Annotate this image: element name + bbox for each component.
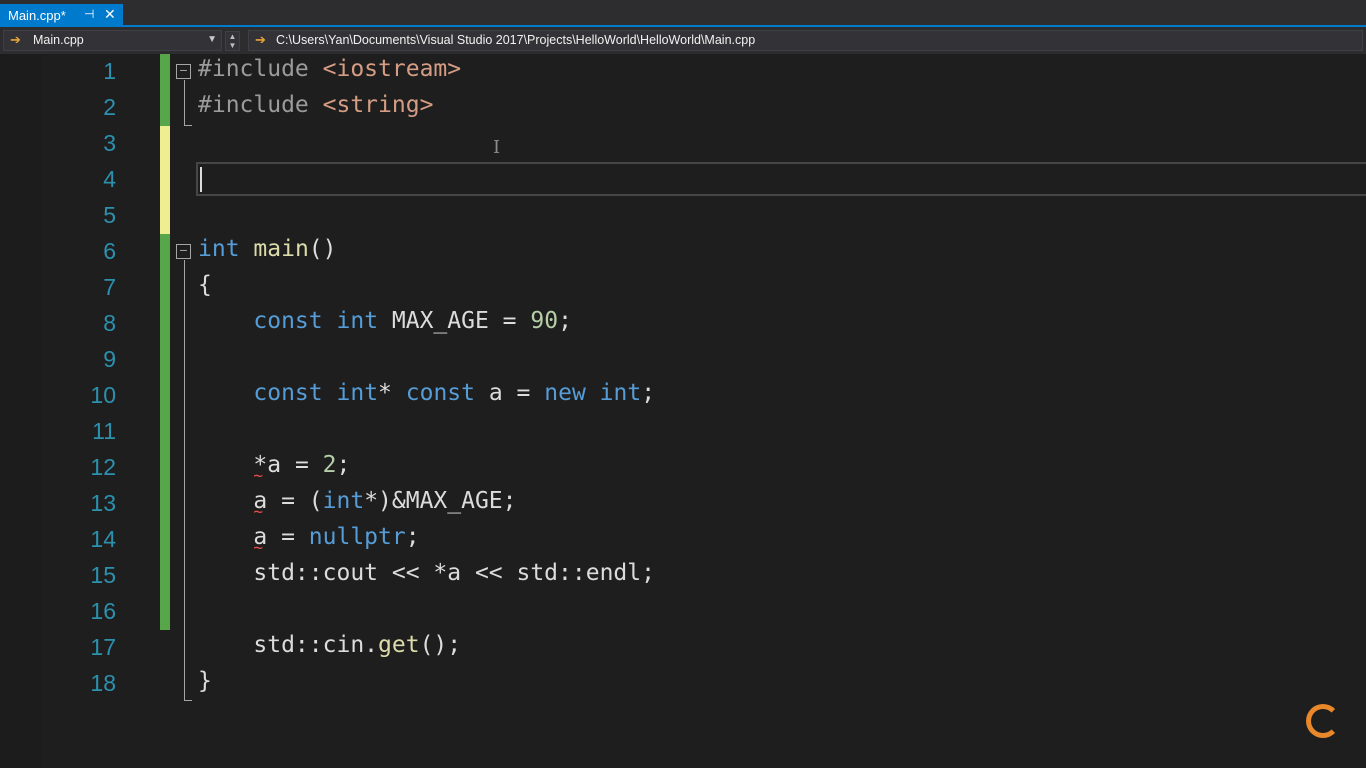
line-number: 3 <box>103 130 116 156</box>
navbar-splitter[interactable]: ▲ ▼ <box>225 31 240 51</box>
code-text: } <box>198 668 212 694</box>
code-line[interactable]: 9 <box>0 342 1366 378</box>
line-number: 16 <box>90 598 116 624</box>
code-line[interactable]: 17 std::cin.get(); <box>0 630 1366 666</box>
member-dropdown[interactable]: ➔ C:\Users\Yan\Documents\Visual Studio 2… <box>248 30 1363 51</box>
code-line[interactable]: 1 #include <iostream> <box>0 54 1366 90</box>
code-line[interactable]: 10 const int* const a = new int; <box>0 378 1366 414</box>
line-number: 8 <box>103 310 116 336</box>
line-number: 9 <box>103 346 116 372</box>
line-number: 2 <box>103 94 116 120</box>
code-line[interactable]: 4 <box>0 162 1366 198</box>
line-number: 11 <box>92 418 116 444</box>
code-line[interactable]: 5 <box>0 198 1366 234</box>
navigation-bar: ➔ Main.cpp ▼ ▲ ▼ ➔ C:\Users\Yan\Documents… <box>0 27 1366 54</box>
line-number: 6 <box>103 238 116 264</box>
code-text: #include <string> <box>198 92 434 118</box>
line-number: 12 <box>90 454 116 480</box>
line-number: 14 <box>90 526 116 552</box>
code-line[interactable]: 14 a = nullptr; <box>0 522 1366 558</box>
document-tab-strip: Main.cpp* ⊣ ✕ <box>0 0 1366 27</box>
code-line[interactable]: 13 a = (int*)&MAX_AGE; <box>0 486 1366 522</box>
code-line[interactable]: 2 #include <string> <box>0 90 1366 126</box>
line-number: 7 <box>103 274 116 300</box>
line-number: 18 <box>90 670 116 696</box>
code-line[interactable]: 11 <box>0 414 1366 450</box>
code-text: a = (int*)&MAX_AGE; <box>198 488 516 514</box>
close-icon[interactable]: ✕ <box>104 6 116 23</box>
line-number: 5 <box>103 202 116 228</box>
pin-icon[interactable]: ⊣ <box>84 7 94 21</box>
tab-main-cpp[interactable]: Main.cpp* ⊣ ✕ <box>0 4 123 27</box>
code-line[interactable]: 6 int main() <box>0 234 1366 270</box>
code-line[interactable]: 8 const int MAX_AGE = 90; <box>0 306 1366 342</box>
code-line[interactable]: 18 } <box>0 666 1366 702</box>
line-number: 4 <box>103 166 116 192</box>
chevron-down-icon: ▼ <box>207 34 217 45</box>
code-line[interactable]: 15 std::cout << *a << std::endl; <box>0 558 1366 594</box>
code-line[interactable]: 12 *a = 2; <box>0 450 1366 486</box>
line-number: 15 <box>90 562 116 588</box>
scope-dropdown[interactable]: ➔ Main.cpp ▼ <box>3 30 222 51</box>
file-path-label: C:\Users\Yan\Documents\Visual Studio 201… <box>276 33 756 47</box>
code-text: std::cout << *a << std::endl; <box>198 560 655 586</box>
code-text: const int MAX_AGE = 90; <box>253 308 572 334</box>
code-text: const int* const a = new int; <box>253 380 656 406</box>
tab-label: Main.cpp* <box>8 8 66 23</box>
code-text: int main() <box>198 236 337 262</box>
code-text: #include <iostream> <box>198 56 462 82</box>
code-line[interactable]: 7 { <box>0 270 1366 306</box>
channel-logo-icon <box>1306 704 1340 738</box>
code-text: { <box>198 272 212 298</box>
code-text: std::cin.get(); <box>198 632 462 658</box>
code-line[interactable]: 16 <box>0 594 1366 630</box>
arrow-right-icon: ➔ <box>255 32 266 47</box>
code-text: *a = 2; <box>198 452 350 478</box>
line-number: 17 <box>90 634 116 660</box>
code-line[interactable]: 3 <box>0 126 1366 162</box>
arrow-right-icon: ➔ <box>10 32 21 47</box>
line-number: 10 <box>90 382 116 408</box>
code-editor[interactable]: − − I 1 #include <iostream> 2 #include <… <box>0 54 1366 768</box>
line-number: 13 <box>90 490 116 516</box>
line-number: 1 <box>103 58 116 84</box>
scope-label: Main.cpp <box>33 33 84 47</box>
code-text: a = nullptr; <box>198 524 419 550</box>
